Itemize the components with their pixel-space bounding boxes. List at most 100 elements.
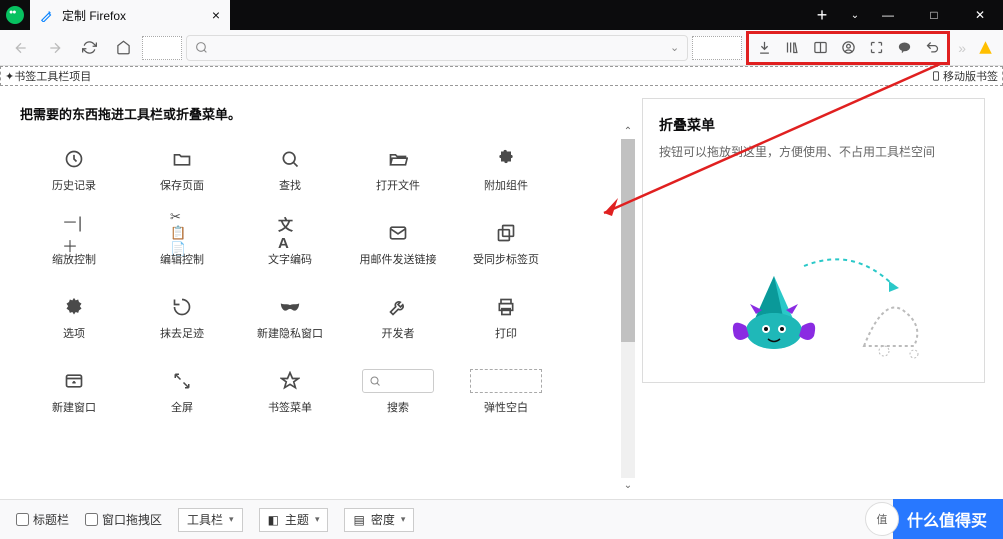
browser-tab[interactable]: 定制 Firefox × bbox=[30, 0, 230, 30]
undo-icon[interactable] bbox=[919, 36, 945, 60]
search-icon bbox=[278, 147, 302, 171]
tile-email-link[interactable]: 用邮件发送链接 bbox=[344, 213, 452, 275]
chat-icon[interactable] bbox=[891, 36, 917, 60]
close-window-button[interactable]: ✕ bbox=[957, 0, 1003, 30]
toolbars-dropdown[interactable]: 工具栏▾ bbox=[178, 508, 243, 532]
watermark-badge: 值 bbox=[865, 502, 899, 536]
tab-title: 定制 Firefox bbox=[62, 7, 126, 24]
density-dropdown[interactable]: ▤密度▾ bbox=[344, 508, 414, 532]
reload-button[interactable] bbox=[74, 34, 104, 62]
widgets-grid: 历史记录 保存页面 查找 打开文件 附加组件 －|＋缩放控制 ✂📋📄编辑控制 文… bbox=[20, 139, 616, 423]
gear-icon bbox=[62, 295, 86, 319]
mail-icon bbox=[386, 221, 410, 245]
search-box-icon bbox=[362, 369, 434, 393]
overflow-title: 折叠菜单 bbox=[659, 115, 968, 135]
tile-zoom[interactable]: －|＋缩放控制 bbox=[20, 213, 128, 275]
mobile-bookmarks-label: 移动版书签 bbox=[943, 68, 998, 84]
tile-open-file[interactable]: 打开文件 bbox=[344, 139, 452, 201]
scroll-thumb[interactable] bbox=[621, 139, 635, 342]
titlebar-left-icons bbox=[0, 0, 30, 30]
chevron-down-icon[interactable]: ⌄ bbox=[670, 41, 679, 54]
history-icon bbox=[62, 147, 86, 171]
phone-icon bbox=[931, 70, 941, 82]
wechat-icon bbox=[6, 6, 24, 24]
tile-options[interactable]: 选项 bbox=[20, 287, 128, 349]
paintbrush-icon bbox=[40, 8, 54, 22]
flexible-space-icon bbox=[470, 369, 542, 393]
tile-addons[interactable]: 附加组件 bbox=[452, 139, 560, 201]
overflow-menu-target[interactable]: 折叠菜单 按钮可以拖放到这里，方便使用、不占用工具栏空间 bbox=[642, 98, 985, 383]
toolbar-placeholder[interactable] bbox=[142, 36, 182, 60]
tile-print[interactable]: 打印 bbox=[452, 287, 560, 349]
downloads-icon[interactable] bbox=[751, 36, 777, 60]
star-icon: ✦ bbox=[5, 70, 14, 83]
chevron-down-icon: ▾ bbox=[401, 514, 406, 525]
window-icon bbox=[62, 369, 86, 393]
tile-encoding[interactable]: 文A文字编码 bbox=[236, 213, 344, 275]
back-button[interactable] bbox=[6, 34, 36, 62]
tile-edit-controls[interactable]: ✂📋📄编辑控制 bbox=[128, 213, 236, 275]
account-icon[interactable] bbox=[835, 36, 861, 60]
tile-fullscreen[interactable]: 全屏 bbox=[128, 361, 236, 423]
tile-private-window[interactable]: 新建隐私窗口 bbox=[236, 287, 344, 349]
tile-new-window[interactable]: 新建窗口 bbox=[20, 361, 128, 423]
watermark-banner: 什么值得买 bbox=[893, 499, 1003, 539]
chevron-down-icon: ▾ bbox=[315, 514, 320, 525]
scroll-down-icon[interactable]: ⌄ bbox=[624, 480, 632, 491]
text-icon: 文A bbox=[278, 221, 302, 245]
theme-icon: ◧ bbox=[268, 513, 279, 527]
tile-flexible-space[interactable]: 弹性空白 bbox=[452, 361, 560, 423]
sidebar-icon[interactable] bbox=[807, 36, 833, 60]
customize-content: 把需要的东西拖进工具栏或折叠菜单。 历史记录 保存页面 查找 打开文件 附加组件… bbox=[0, 86, 1003, 501]
widgets-panel: 把需要的东西拖进工具栏或折叠菜单。 历史记录 保存页面 查找 打开文件 附加组件… bbox=[0, 86, 636, 501]
overflow-chevron-icon[interactable]: » bbox=[954, 40, 970, 56]
mobile-bookmarks[interactable]: 移动版书签 bbox=[931, 68, 998, 84]
tile-synced-tabs[interactable]: 受同步标签页 bbox=[452, 213, 560, 275]
screenshot-icon[interactable] bbox=[863, 36, 889, 60]
wrench-icon bbox=[386, 295, 410, 319]
tile-forget[interactable]: 抹去足迹 bbox=[128, 287, 236, 349]
print-icon bbox=[494, 295, 518, 319]
scroll-up-icon[interactable]: ⌃ bbox=[624, 126, 632, 137]
fullscreen-icon bbox=[170, 369, 194, 393]
new-tab-button[interactable]: + bbox=[799, 0, 845, 30]
mask-icon bbox=[278, 295, 302, 319]
minimize-button[interactable]: — bbox=[865, 0, 911, 30]
bookmarks-toolbar[interactable]: ✦ 书签工具栏项目 移动版书签 bbox=[0, 66, 1003, 86]
tile-history[interactable]: 历史记录 bbox=[20, 139, 128, 201]
titlebar-controls: + ⌄ — □ ✕ bbox=[799, 0, 1003, 30]
tabs-dropdown-icon[interactable]: ⌄ bbox=[845, 10, 865, 21]
customize-footer: 标题栏 窗口拖拽区 工具栏▾ ◧主题▾ ▤密度▾ 恢复默认设置 bbox=[0, 499, 1003, 539]
home-button[interactable] bbox=[108, 34, 138, 62]
tile-bookmarks-menu[interactable]: 书签菜单 bbox=[236, 361, 344, 423]
library-icon[interactable] bbox=[779, 36, 805, 60]
folder-icon bbox=[170, 147, 194, 171]
close-icon[interactable]: × bbox=[212, 7, 220, 23]
maximize-button[interactable]: □ bbox=[911, 0, 957, 30]
warning-icon[interactable] bbox=[974, 40, 997, 55]
navigation-toolbar: ⌄ » bbox=[0, 30, 1003, 66]
edit-icon: ✂📋📄 bbox=[170, 221, 194, 245]
overflow-panel: 折叠菜单 按钮可以拖放到这里，方便使用、不占用工具栏空间 bbox=[636, 86, 1003, 501]
scroll-track[interactable] bbox=[621, 139, 635, 478]
forget-icon bbox=[170, 295, 194, 319]
themes-dropdown[interactable]: ◧主题▾ bbox=[259, 508, 329, 532]
url-bar[interactable]: ⌄ bbox=[186, 35, 688, 61]
toolbar-placeholder[interactable] bbox=[692, 36, 742, 60]
scrollbar[interactable]: ⌃ ⌄ bbox=[620, 126, 636, 491]
overflow-description: 按钮可以拖放到这里，方便使用、不占用工具栏空间 bbox=[659, 143, 968, 162]
star-icon bbox=[278, 369, 302, 393]
tile-find[interactable]: 查找 bbox=[236, 139, 344, 201]
density-icon: ▤ bbox=[353, 513, 364, 527]
bookmarks-toolbar-label: 书签工具栏项目 bbox=[14, 68, 91, 84]
tile-save-page[interactable]: 保存页面 bbox=[128, 139, 236, 201]
tile-search[interactable]: 搜索 bbox=[344, 361, 452, 423]
chevron-down-icon: ▾ bbox=[229, 514, 234, 525]
dragspace-checkbox[interactable]: 窗口拖拽区 bbox=[85, 511, 162, 528]
titlebar-checkbox[interactable]: 标题栏 bbox=[16, 511, 69, 528]
instruction-text: 把需要的东西拖进工具栏或折叠菜单。 bbox=[20, 104, 616, 123]
puzzle-icon bbox=[494, 147, 518, 171]
forward-button[interactable] bbox=[40, 34, 70, 62]
tile-developer[interactable]: 开发者 bbox=[344, 287, 452, 349]
sync-tabs-icon bbox=[494, 221, 518, 245]
